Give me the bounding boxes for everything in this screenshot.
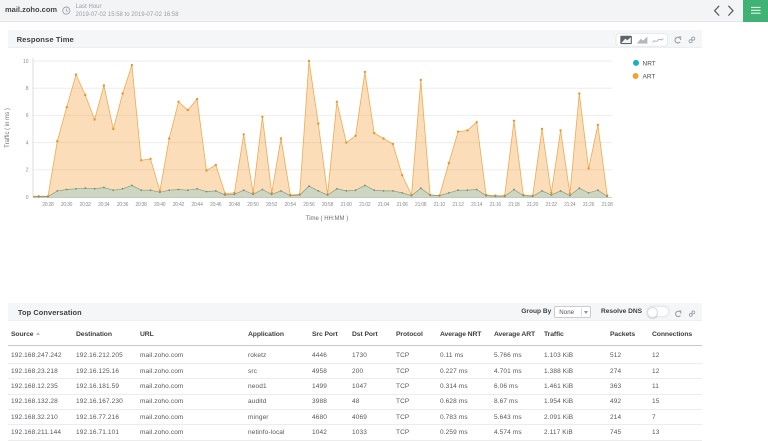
svg-text:20:30: 20:30 xyxy=(61,202,73,208)
svg-text:ART: ART xyxy=(643,74,656,81)
svg-text:21:16: 21:16 xyxy=(490,202,502,208)
svg-text:20:46: 20:46 xyxy=(210,202,222,208)
svg-text:20:28: 20:28 xyxy=(42,202,54,208)
svg-text:21:14: 21:14 xyxy=(471,202,483,208)
svg-text:20:40: 20:40 xyxy=(154,202,166,208)
svg-text:20:42: 20:42 xyxy=(173,202,185,208)
svg-text:21:02: 21:02 xyxy=(359,202,371,208)
svg-text:20:38: 20:38 xyxy=(135,202,147,208)
svg-text:6: 6 xyxy=(26,113,29,119)
svg-text:20:54: 20:54 xyxy=(285,202,297,208)
svg-text:21:20: 21:20 xyxy=(527,202,539,208)
svg-text:21:06: 21:06 xyxy=(396,202,408,208)
svg-text:10: 10 xyxy=(23,59,29,65)
svg-text:NRT: NRT xyxy=(643,60,656,67)
svg-text:4: 4 xyxy=(26,140,29,146)
svg-text:0: 0 xyxy=(26,195,29,201)
svg-text:Time ( HH:MM ): Time ( HH:MM ) xyxy=(306,216,348,222)
svg-text:20:36: 20:36 xyxy=(117,202,129,208)
svg-text:Traffic ( in ms ): Traffic ( in ms ) xyxy=(5,108,11,148)
svg-text:20:50: 20:50 xyxy=(247,202,259,208)
svg-text:20:56: 20:56 xyxy=(303,202,315,208)
svg-text:21:08: 21:08 xyxy=(415,202,427,208)
svg-text:2: 2 xyxy=(26,168,29,174)
svg-text:8: 8 xyxy=(26,86,29,92)
svg-text:20:52: 20:52 xyxy=(266,202,278,208)
svg-text:21:04: 21:04 xyxy=(378,202,390,208)
svg-text:21:24: 21:24 xyxy=(564,202,576,208)
svg-text:20:58: 20:58 xyxy=(322,202,334,208)
svg-text:20:34: 20:34 xyxy=(98,202,110,208)
svg-text:21:00: 21:00 xyxy=(340,202,352,208)
svg-text:20:32: 20:32 xyxy=(80,202,92,208)
svg-text:21:22: 21:22 xyxy=(546,202,558,208)
svg-text:21:28: 21:28 xyxy=(601,202,613,208)
svg-text:21:10: 21:10 xyxy=(434,202,446,208)
svg-text:21:26: 21:26 xyxy=(583,202,595,208)
svg-text:20:48: 20:48 xyxy=(229,202,241,208)
svg-text:21:18: 21:18 xyxy=(508,202,520,208)
svg-text:20:44: 20:44 xyxy=(191,202,203,208)
svg-text:21:12: 21:12 xyxy=(452,202,464,208)
